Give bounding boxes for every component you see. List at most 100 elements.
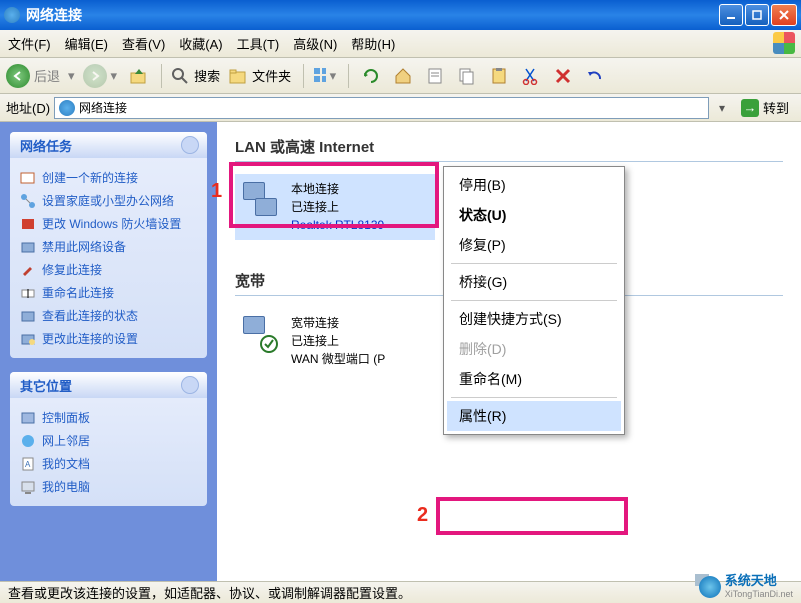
close-button[interactable] xyxy=(771,4,797,26)
watermark-icon xyxy=(695,572,721,598)
ctx-properties[interactable]: 属性(R) xyxy=(447,401,621,431)
ctx-bridge[interactable]: 桥接(G) xyxy=(447,267,621,297)
connection-local[interactable]: 本地连接 已连接上 Realtek RTL8139 xyxy=(235,174,435,240)
tb-icon-1[interactable] xyxy=(357,62,385,90)
watermark-url: XiTongTianDi.net xyxy=(725,589,793,599)
task-label: 创建一个新的连接 xyxy=(42,169,138,186)
task-label: 查看此连接的状态 xyxy=(42,307,138,324)
panel-header-tasks[interactable]: 网络任务 xyxy=(10,132,207,158)
menu-file[interactable]: 文件(F) xyxy=(8,34,51,53)
sidebar: 网络任务 创建一个新的连接 设置家庭或小型办公网络 更改 Windows 防火墙… xyxy=(0,122,217,581)
connection-text: 宽带连接 已连接上 WAN 微型端口 (P xyxy=(291,314,385,368)
views-dropdown-icon[interactable]: ▾ xyxy=(330,68,337,84)
ctx-disable[interactable]: 停用(B) xyxy=(447,170,621,200)
folder-up-icon xyxy=(129,66,149,86)
place-documents[interactable]: A 我的文档 xyxy=(20,452,197,475)
connection-broadband[interactable]: 宽带连接 已连接上 WAN 微型端口 (P xyxy=(235,308,445,374)
task-home-network[interactable]: 设置家庭或小型办公网络 xyxy=(20,189,197,212)
address-input[interactable]: 网络连接 xyxy=(54,97,709,119)
panel-body-tasks: 创建一个新的连接 设置家庭或小型办公网络 更改 Windows 防火墙设置 禁用… xyxy=(10,158,207,358)
rename-icon xyxy=(20,285,36,301)
maximize-button[interactable] xyxy=(745,4,769,26)
undo-icon xyxy=(586,67,604,85)
control-panel-icon xyxy=(20,410,36,426)
folders-button[interactable]: 文件夹 xyxy=(228,66,295,86)
forward-arrow-icon xyxy=(83,64,107,88)
place-computer[interactable]: 我的电脑 xyxy=(20,475,197,498)
panel-header-places[interactable]: 其它位置 xyxy=(10,372,207,398)
disable-icon xyxy=(20,239,36,255)
place-label: 我的电脑 xyxy=(42,478,90,495)
connection-device: Realtek RTL8139 xyxy=(291,216,384,234)
up-button[interactable] xyxy=(125,62,153,90)
toolbar-separator xyxy=(161,64,162,88)
menu-favorites[interactable]: 收藏(A) xyxy=(179,34,222,53)
watermark: 系统天地 XiTongTianDi.net xyxy=(695,570,793,599)
menu-advanced[interactable]: 高级(N) xyxy=(293,34,337,53)
connection-status: 已连接上 xyxy=(291,198,384,216)
go-button[interactable]: → 转到 xyxy=(735,96,795,119)
menu-edit[interactable]: 编辑(E) xyxy=(65,34,108,53)
task-new-connection[interactable]: 创建一个新的连接 xyxy=(20,166,197,189)
place-network[interactable]: 网上邻居 xyxy=(20,429,197,452)
views-icon xyxy=(312,66,325,86)
address-value: 网络连接 xyxy=(79,99,127,116)
refresh-icon xyxy=(362,67,380,85)
context-menu: 停用(B) 状态(U) 修复(P) 桥接(G) 创建快捷方式(S) 删除(D) … xyxy=(443,166,625,435)
tb-icon-3[interactable] xyxy=(421,62,449,90)
ctx-separator xyxy=(451,263,617,264)
task-disable[interactable]: 禁用此网络设备 xyxy=(20,235,197,258)
menu-view[interactable]: 查看(V) xyxy=(122,34,165,53)
task-label: 更改 Windows 防火墙设置 xyxy=(42,215,181,232)
nav-back-button[interactable]: 后退 ▾ xyxy=(6,64,79,88)
task-repair[interactable]: 修复此连接 xyxy=(20,258,197,281)
content-pane: LAN 或高速 Internet 本地连接 已连接上 Realtek RTL81… xyxy=(217,122,801,581)
lan-connection-icon xyxy=(241,180,281,220)
task-firewall[interactable]: 更改 Windows 防火墙设置 xyxy=(20,212,197,235)
views-button[interactable]: ▾ xyxy=(312,62,340,90)
ctx-rename[interactable]: 重命名(M) xyxy=(447,364,621,394)
panel-other-places: 其它位置 控制面板 网上邻居 A 我的文档 我的电脑 xyxy=(10,372,207,506)
fwd-dropdown-icon: ▾ xyxy=(111,68,118,84)
task-rename[interactable]: 重命名此连接 xyxy=(20,281,197,304)
task-settings[interactable]: 更改此连接的设置 xyxy=(20,327,197,350)
ctx-repair[interactable]: 修复(P) xyxy=(447,230,621,260)
ctx-separator xyxy=(451,397,617,398)
tb-icon-8[interactable] xyxy=(581,62,609,90)
address-dropdown-icon[interactable]: ▾ xyxy=(713,101,731,115)
doc-icon xyxy=(426,67,444,85)
search-button[interactable]: 搜索 xyxy=(170,66,224,86)
paste-icon xyxy=(490,67,508,85)
place-label: 我的文档 xyxy=(42,455,90,472)
folders-label: 文件夹 xyxy=(252,66,291,85)
menu-help[interactable]: 帮助(H) xyxy=(351,34,395,53)
network-icon xyxy=(20,193,36,209)
address-label: 地址(D) xyxy=(6,98,50,117)
ctx-shortcut[interactable]: 创建快捷方式(S) xyxy=(447,304,621,334)
task-status[interactable]: 查看此连接的状态 xyxy=(20,304,197,327)
address-icon xyxy=(59,100,75,116)
task-label: 重命名此连接 xyxy=(42,284,114,301)
repair-icon xyxy=(20,262,36,278)
back-dropdown-icon[interactable]: ▾ xyxy=(68,68,75,84)
cut-icon xyxy=(522,67,540,85)
tb-icon-4[interactable] xyxy=(453,62,481,90)
windows-flag-icon xyxy=(773,32,795,54)
svg-text:A: A xyxy=(25,460,31,469)
connection-text: 本地连接 已连接上 Realtek RTL8139 xyxy=(291,180,384,234)
ctx-status[interactable]: 状态(U) xyxy=(447,200,621,230)
place-control-panel[interactable]: 控制面板 xyxy=(20,406,197,429)
annotation-box-2 xyxy=(436,497,628,535)
task-label: 禁用此网络设备 xyxy=(42,238,126,255)
broadband-connection-icon xyxy=(241,314,281,354)
tb-icon-2[interactable] xyxy=(389,62,417,90)
search-label: 搜索 xyxy=(194,66,220,85)
tb-icon-7[interactable] xyxy=(549,62,577,90)
menu-tools[interactable]: 工具(T) xyxy=(237,34,280,53)
watermark-brand: 系统天地 xyxy=(725,573,777,588)
minimize-button[interactable] xyxy=(719,4,743,26)
tb-icon-6[interactable] xyxy=(517,62,545,90)
toolbar: 后退 ▾ ▾ 搜索 文件夹 ▾ xyxy=(0,58,801,94)
tb-icon-5[interactable] xyxy=(485,62,513,90)
place-label: 网上邻居 xyxy=(42,432,90,449)
